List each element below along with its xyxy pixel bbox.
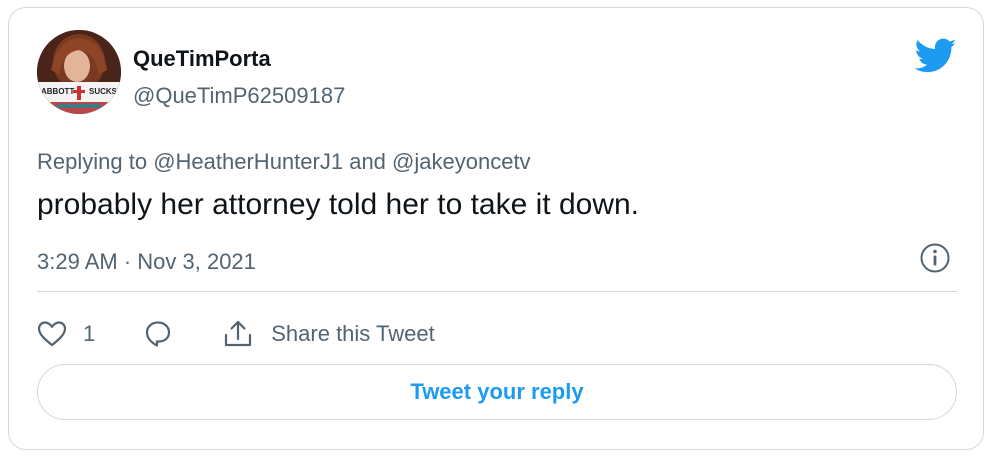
twitter-bird-icon[interactable] — [915, 38, 957, 74]
like-button[interactable]: 1 — [37, 320, 143, 348]
share-label: Share this Tweet — [271, 321, 435, 346]
action-bar: 1 Share this Tweet — [37, 314, 435, 354]
share-button[interactable]: Share this Tweet — [221, 318, 435, 350]
reply-bubble-icon — [146, 321, 171, 347]
avatar-text-right: SUCKS — [89, 87, 118, 96]
heart-icon — [37, 321, 67, 347]
info-icon[interactable] — [919, 242, 951, 274]
avatar[interactable]: ABBOTT SUCKS — [37, 30, 121, 114]
tweet-timestamp[interactable]: 3:29 AM · Nov 3, 2021 — [37, 249, 256, 275]
author-handle[interactable]: @QueTimP62509187 — [133, 83, 345, 109]
replying-to: Replying to @HeatherHunterJ1 and @jakeyo… — [37, 149, 531, 175]
divider — [37, 291, 957, 292]
replying-user-link[interactable]: @jakeyoncetv — [392, 149, 531, 174]
avatar-photo: ABBOTT SUCKS — [37, 30, 121, 114]
share-icon — [225, 320, 252, 347]
replying-conjunction: and — [349, 149, 386, 174]
replying-user-link[interactable]: @HeatherHunterJ1 — [153, 149, 343, 174]
like-count: 1 — [83, 321, 96, 346]
avatar-text-left: ABBOTT — [41, 87, 74, 96]
tweet-card: ABBOTT SUCKS QueTimPorta @QueTimP6250918… — [8, 7, 984, 450]
replying-prefix: Replying to — [37, 149, 148, 174]
tweet-your-reply-button[interactable]: Tweet your reply — [37, 364, 957, 420]
author-display-name[interactable]: QueTimPorta — [133, 46, 271, 72]
tweet-text: probably her attorney told her to take i… — [37, 188, 640, 221]
reply-button[interactable] — [143, 319, 173, 349]
